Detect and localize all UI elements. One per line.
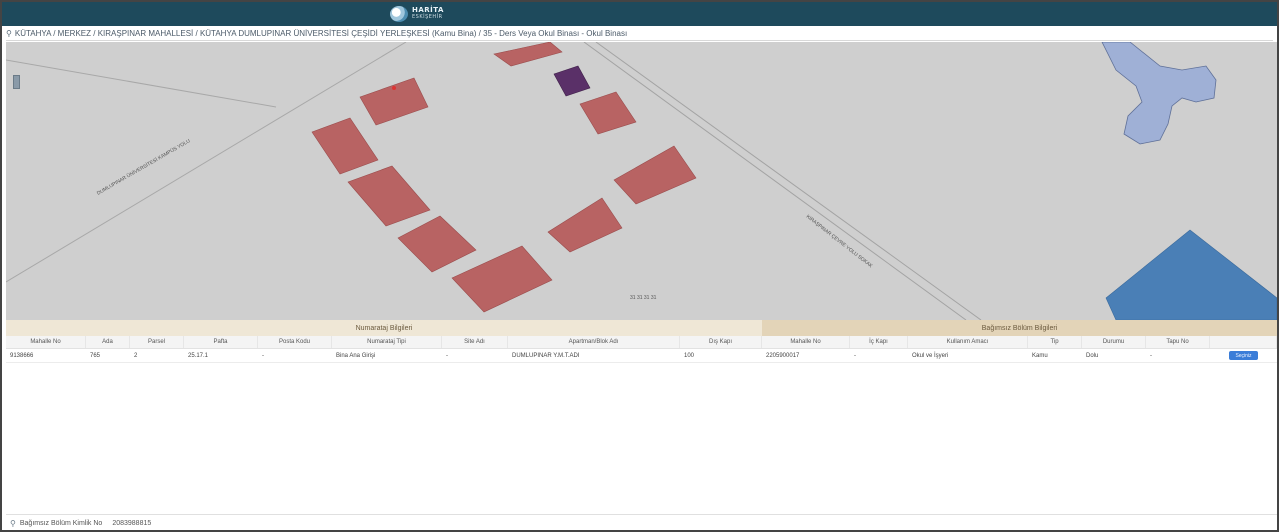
app-frame: HARİTA ESKİŞEHİR ⚲ KÜTAHYA / MERKEZ / KI… [0, 0, 1279, 532]
cell-dis-kapi: 100 [684, 352, 695, 359]
building-parcel[interactable] [579, 91, 637, 135]
footer-value: 2083988815 [112, 519, 152, 527]
building-parcel[interactable] [347, 165, 431, 227]
cell-kullanim-amaci: Okul ve İşyeri [912, 352, 949, 359]
cell-ic-kapi: - [854, 352, 856, 359]
select-button[interactable]: Seçiniz [1229, 351, 1258, 360]
numarataj-group-title: Numarataj Bilgileri [6, 320, 762, 336]
map-canvas[interactable]: DUMLUPINAR ÜNİVERSİTESİ KAMPÜS YOLU KIRA… [6, 42, 1277, 320]
col-header[interactable]: Site Adı [442, 336, 508, 348]
water-body [1101, 42, 1217, 145]
cell-pafta: 25.17.1 [188, 352, 209, 359]
status-footer: ⚲ Bağımsız Bölüm Kimlik No 2083988815 [6, 514, 1277, 531]
col-header[interactable]: Kullanım Amacı [908, 336, 1028, 348]
cell-mahalle-no: 9138666 [10, 352, 34, 359]
building-parcel[interactable] [397, 215, 477, 273]
col-header[interactable]: Dış Kapı [680, 336, 762, 348]
app-logo[interactable]: HARİTA ESKİŞEHİR [390, 5, 444, 23]
col-header[interactable]: Numarataj Tipi [332, 336, 442, 348]
col-header[interactable]: Mahalle No [762, 336, 850, 348]
map-drag-handle-icon[interactable] [13, 75, 20, 89]
blue-area-polygon[interactable] [1105, 229, 1277, 320]
breadcrumb: ⚲ KÜTAHYA / MERKEZ / KIRAŞPINAR MAHALLES… [6, 26, 1273, 41]
table-header-row: Mahalle No Ada Parsel Pafta Posta Kodu N… [6, 336, 1277, 349]
bagimsiz-bolum-group-title: Bağımsız Bölüm Bilgileri [762, 320, 1277, 336]
building-parcel[interactable] [359, 77, 429, 126]
road-line [6, 59, 277, 108]
col-header[interactable]: İç Kapı [850, 336, 908, 348]
building-parcel[interactable] [493, 42, 563, 67]
cell-bagimsiz-mahalle-no: 2205900017 [766, 352, 800, 359]
selection-marker-icon [392, 86, 396, 90]
col-header[interactable]: Ada [86, 336, 130, 348]
logo-title: HARİTA [412, 6, 444, 14]
map-layer[interactable]: DUMLUPINAR ÜNİVERSİTESİ KAMPÜS YOLU KIRA… [6, 42, 1277, 320]
cell-tapu-no: - [1150, 352, 1152, 359]
col-header[interactable]: Pafta [184, 336, 258, 348]
col-header[interactable]: Parsel [130, 336, 184, 348]
globe-icon [390, 6, 408, 22]
cell-tip: Kamu [1032, 352, 1048, 359]
cell-action: Seçiniz [1210, 349, 1277, 362]
col-header[interactable]: Mahalle No [6, 336, 86, 348]
top-bar: HARİTA ESKİŞEHİR [2, 2, 1277, 26]
cell-numarataj-tipi: Bina Ana Girişi [336, 352, 376, 359]
building-parcel[interactable] [451, 245, 553, 313]
building-parcel[interactable] [311, 117, 379, 175]
location-pin-icon: ⚲ [6, 28, 12, 38]
col-header[interactable]: Apartman/Blok Adı [508, 336, 680, 348]
cell-posta-kodu: - [262, 352, 264, 359]
table-row[interactable]: 9138666 765 2 25.17.1 - Bina Ana Girişi … [6, 349, 1277, 363]
cell-site-adi: - [446, 352, 448, 359]
info-panels: Numarataj Bilgileri Bağımsız Bölüm Bilgi… [6, 320, 1277, 363]
building-parcel[interactable] [613, 145, 697, 205]
col-header[interactable]: Tip [1028, 336, 1082, 348]
col-header[interactable]: Durumu [1082, 336, 1146, 348]
building-parcel[interactable] [547, 197, 623, 253]
building-selected[interactable] [553, 65, 591, 97]
cell-durumu: Dolu [1086, 352, 1099, 359]
col-header[interactable]: Tapu No [1146, 336, 1210, 348]
breadcrumb-text: KÜTAHYA / MERKEZ / KIRAŞPINAR MAHALLESİ … [14, 28, 628, 38]
road-label-1: DUMLUPINAR ÜNİVERSİTESİ KAMPÜS YOLU [96, 137, 192, 197]
cell-parsel: 2 [134, 352, 138, 359]
col-header [1210, 336, 1277, 348]
cell-apartman-blok-adi: DUMLUPINAR Y.M.T.ADI [512, 352, 580, 359]
location-pin-icon: ⚲ [10, 518, 16, 528]
logo-subtitle: ESKİŞEHİR [412, 14, 443, 20]
cell-ada: 765 [90, 352, 101, 359]
road-label-2: KIRAŞPINAR ÇEVRE YOLU SOKAK [805, 214, 874, 270]
col-header[interactable]: Posta Kodu [258, 336, 332, 348]
footer-label: Bağımsız Bölüm Kimlik No [19, 519, 103, 527]
map-center-label: 31 31 31 31 [630, 295, 657, 301]
